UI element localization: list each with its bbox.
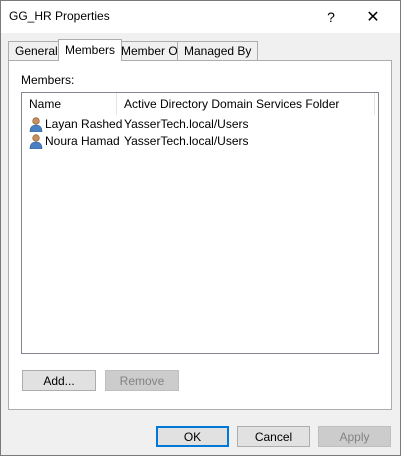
table-row[interactable]: Layan Rashed YasserTech.local/Users — [22, 116, 378, 133]
members-list[interactable]: Name Active Directory Domain Services Fo… — [21, 92, 379, 354]
column-header-name[interactable]: Name — [22, 93, 117, 115]
members-panel: Members: Name Active Directory Domain Se… — [8, 60, 392, 410]
dialog-title: GG_HR Properties — [9, 9, 110, 23]
remove-button[interactable]: Remove — [105, 370, 179, 391]
add-button[interactable]: Add... — [22, 370, 96, 391]
tab-members[interactable]: Members — [58, 39, 123, 61]
table-row[interactable]: Noura Hamad YasserTech.local/Users — [22, 133, 378, 150]
member-folder: YasserTech.local/Users — [124, 117, 249, 131]
title-bar: GG_HR Properties ? ✕ — [1, 1, 400, 33]
member-name: Layan Rashed — [45, 117, 123, 131]
list-header: Name Active Directory Domain Services Fo… — [22, 93, 378, 115]
tab-general[interactable]: General — [8, 41, 65, 60]
column-header-folder[interactable]: Active Directory Domain Services Folder — [117, 93, 375, 115]
members-label: Members: — [21, 73, 75, 87]
tab-managed-by[interactable]: Managed By — [177, 41, 259, 60]
apply-button[interactable]: Apply — [318, 426, 391, 447]
ok-button[interactable]: OK — [156, 426, 229, 447]
user-icon — [29, 134, 43, 149]
user-icon — [29, 117, 43, 132]
help-button[interactable]: ? — [316, 5, 346, 29]
close-button[interactable]: ✕ — [358, 5, 388, 29]
cancel-button[interactable]: Cancel — [237, 426, 310, 447]
member-name: Noura Hamad — [45, 134, 120, 148]
member-folder: YasserTech.local/Users — [124, 134, 249, 148]
properties-dialog: GG_HR Properties ? ✕ General Members Mem… — [0, 0, 401, 456]
